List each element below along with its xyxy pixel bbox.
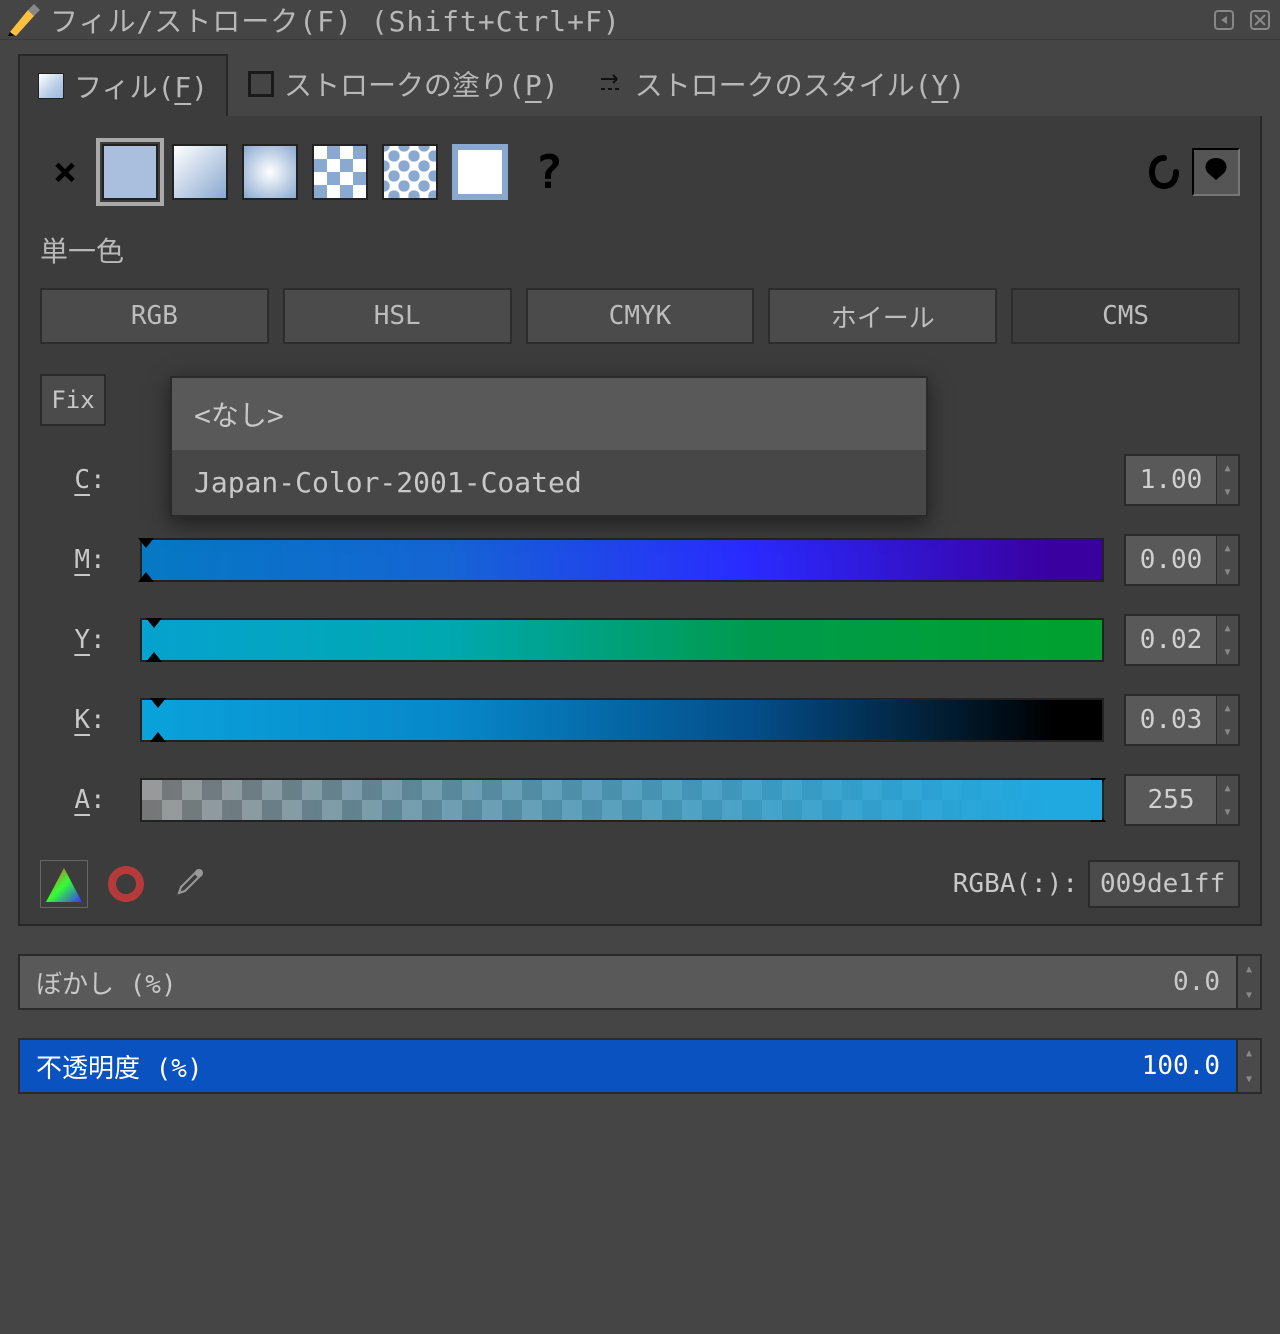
channel-a-label: A:: [40, 785, 140, 815]
blur-value: 0.0: [1173, 967, 1220, 997]
channel-c-label: C:: [40, 465, 140, 495]
radial-gradient-button[interactable]: [242, 144, 298, 200]
channel-a-spin[interactable]: 255 ▲▼: [1124, 774, 1240, 826]
channel-k-label: K:: [40, 705, 140, 735]
window-close-button[interactable]: [1246, 6, 1274, 34]
chevron-up-icon[interactable]: ▲: [1238, 1040, 1260, 1066]
chevron-down-icon[interactable]: ▼: [1217, 800, 1238, 824]
blur-label: ぼかし (%): [36, 964, 177, 1001]
channel-m-label: M:: [40, 545, 140, 575]
channel-k-slider[interactable]: [140, 698, 1104, 742]
chevron-up-icon[interactable]: ▲: [1217, 616, 1238, 640]
chevron-down-icon[interactable]: ▼: [1238, 1066, 1260, 1092]
color-managed-icon[interactable]: [40, 860, 88, 908]
pattern2-button[interactable]: [382, 144, 438, 200]
link1-button[interactable]: [1140, 148, 1188, 196]
profile-option-none[interactable]: <なし>: [172, 378, 926, 450]
chevron-down-icon[interactable]: ▼: [1217, 640, 1238, 664]
chevron-up-icon[interactable]: ▲: [1238, 956, 1260, 982]
channel-c-spin[interactable]: 1.00 ▲▼: [1124, 454, 1240, 506]
chevron-up-icon[interactable]: ▲: [1217, 776, 1238, 800]
channel-y-slider[interactable]: [140, 618, 1104, 662]
window-minimize-button[interactable]: [1210, 6, 1238, 34]
fill-tab-icon: [38, 73, 64, 99]
channel-y-label: Y:: [40, 625, 140, 655]
pattern-button[interactable]: [312, 144, 368, 200]
chevron-down-icon[interactable]: ▼: [1217, 560, 1238, 584]
flat-color-button[interactable]: [102, 144, 158, 200]
color-profile-dropdown[interactable]: <なし> Japan-Color-2001-Coated: [170, 376, 928, 517]
tab-stroke-paint[interactable]: ストロークの塗り(P): [228, 52, 579, 116]
colorspace-wheel[interactable]: ホイール: [768, 288, 997, 344]
profile-option-japan[interactable]: Japan-Color-2001-Coated: [172, 450, 926, 515]
flat-color-label: 単一色: [40, 230, 1240, 270]
blur-slider[interactable]: ぼかし (%) 0.0 ▲▼: [18, 954, 1262, 1010]
tab-fill[interactable]: フィル(F): [18, 54, 228, 116]
rgba-input[interactable]: 009de1ff: [1088, 860, 1240, 908]
opacity-label: 不透明度 (%): [36, 1048, 203, 1085]
channel-m-spin[interactable]: 0.00 ▲▼: [1124, 534, 1240, 586]
fix-button[interactable]: Fix: [40, 374, 106, 426]
channel-m-slider[interactable]: [140, 538, 1104, 582]
window-title: フィル/ストローク(F) (Shift+Ctrl+F): [50, 0, 1202, 40]
colorspace-hsl[interactable]: HSL: [283, 288, 512, 344]
chevron-up-icon[interactable]: ▲: [1217, 456, 1238, 480]
link2-button[interactable]: [1192, 148, 1240, 196]
linear-gradient-button[interactable]: [172, 144, 228, 200]
channel-y-spin[interactable]: 0.02 ▲▼: [1124, 614, 1240, 666]
fill-stroke-tabs: フィル(F) ストロークの塗り(P) ストロークのスタイル(Y): [18, 54, 1262, 116]
opacity-slider[interactable]: 不透明度 (%) 100.0 ▲▼: [18, 1038, 1262, 1094]
stroke-paint-tab-icon: [248, 71, 274, 97]
no-paint-button[interactable]: ×: [40, 149, 90, 195]
out-of-gamut-icon[interactable]: [102, 860, 150, 908]
chevron-up-icon[interactable]: ▲: [1217, 696, 1238, 720]
tab-stroke-style[interactable]: ストロークのスタイル(Y): [579, 52, 986, 116]
colorspace-cms[interactable]: CMS: [1011, 288, 1240, 344]
eyedropper-icon[interactable]: [164, 860, 212, 908]
channel-a-slider[interactable]: [140, 778, 1104, 822]
swatch-button[interactable]: [452, 144, 508, 200]
chevron-up-icon[interactable]: ▲: [1217, 536, 1238, 560]
colorspace-cmyk[interactable]: CMYK: [526, 288, 755, 344]
rgba-label: RGBA(:):: [953, 869, 1078, 899]
fill-stroke-dialog-icon: [6, 2, 42, 38]
chevron-down-icon[interactable]: ▼: [1217, 720, 1238, 744]
chevron-down-icon[interactable]: ▼: [1238, 982, 1260, 1008]
opacity-value: 100.0: [1142, 1051, 1220, 1081]
channel-k-spin[interactable]: 0.03 ▲▼: [1124, 694, 1240, 746]
unknown-paint-button[interactable]: ?: [524, 145, 574, 199]
colorspace-rgb[interactable]: RGB: [40, 288, 269, 344]
chevron-down-icon[interactable]: ▼: [1217, 480, 1238, 504]
stroke-style-tab-icon: [599, 71, 625, 97]
